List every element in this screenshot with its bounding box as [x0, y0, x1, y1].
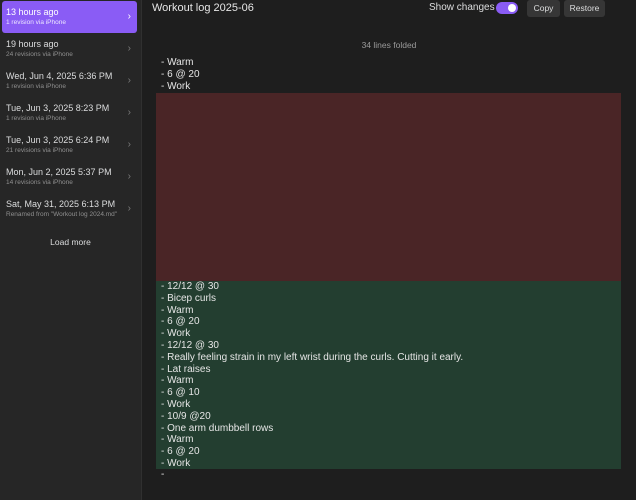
revision-detail: 24 revisions via iPhone — [6, 51, 73, 58]
show-changes-label: Show changes — [429, 2, 495, 13]
chevron-right-icon: › — [127, 139, 131, 150]
folded-lines-indicator[interactable]: 34 lines folded — [142, 40, 636, 50]
trailing-lines: - — [156, 469, 621, 481]
chevron-right-icon: › — [127, 75, 131, 86]
added-line: - 12/12 @ 30 — [161, 281, 219, 292]
revision-item[interactable]: Sat, May 31, 2025 6:13 PM Renamed from "W… — [2, 193, 137, 225]
added-line: - 6 @ 20 — [161, 316, 200, 328]
added-line: - Work — [161, 457, 191, 469]
added-block: - 12/12 @ 30- Bicep curls - Warm - 6 @ 20-… — [156, 281, 621, 469]
added-line: - Work — [161, 328, 191, 340]
show-changes-toggle[interactable] — [496, 2, 518, 14]
revision-detail: 1 revision via iPhone — [6, 115, 66, 122]
context-line: - 6 @ 20 — [161, 68, 200, 80]
revision-detail: 1 revision via iPhone — [6, 19, 66, 26]
revision-time: Tue, Jun 3, 2025 6:24 PM — [6, 135, 110, 145]
added-line: - 6 @ 20 — [161, 446, 200, 458]
copy-button[interactable]: Copy — [527, 0, 560, 17]
revision-detail: Renamed from "Workout log 2024.md" — [6, 211, 118, 218]
toggle-knob — [508, 4, 516, 12]
removed-block — [156, 93, 621, 281]
file-title: Workout log 2025-06 — [152, 2, 254, 14]
chevron-right-icon: › — [127, 43, 131, 54]
added-line: - Really feeling strain in my left wrist… — [161, 351, 464, 363]
context-line: - — [161, 469, 165, 480]
revision-time: 13 hours ago — [6, 7, 59, 17]
chevron-right-icon: › — [127, 203, 131, 214]
added-line: - Warm — [161, 304, 194, 316]
diff-view: Workout log 2025-06 Show changes Copy Re… — [142, 0, 636, 500]
revision-item[interactable]: Wed, Jun 4, 2025 6:36 PM 1 revision via i… — [2, 65, 137, 97]
chevron-right-icon: › — [127, 107, 131, 118]
chevron-right-icon: › — [127, 11, 131, 22]
added-line: - One arm dumbbell rows — [161, 422, 274, 434]
added-line: - 12/12 @ 30 — [161, 339, 219, 351]
added-line: - 10/9 @20 — [161, 410, 211, 422]
revision-sidebar: 13 hours ago 1 revision via iPhone › 19 hou… — [0, 0, 142, 500]
revision-detail: 21 revisions via iPhone — [6, 147, 73, 154]
chevron-right-icon: › — [127, 171, 131, 182]
revision-list: 13 hours ago 1 revision via iPhone › 19 hou… — [0, 0, 141, 225]
revision-time: Tue, Jun 3, 2025 8:23 PM — [6, 103, 110, 113]
revision-time: 19 hours ago — [6, 39, 59, 49]
revision-item[interactable]: Tue, Jun 3, 2025 6:24 PM 21 revisions via… — [2, 129, 137, 161]
load-more-button[interactable]: Load more — [0, 237, 141, 247]
added-line: - Bicep curls — [161, 292, 217, 304]
diff-content: 34 lines folded - Warm - 6 @ 20- Work - 1… — [142, 18, 636, 500]
added-line: - Lat raises — [161, 363, 211, 375]
added-line: - Warm — [161, 375, 194, 387]
revision-time: Wed, Jun 4, 2025 6:36 PM — [6, 71, 113, 81]
revision-time: Mon, Jun 2, 2025 5:37 PM — [6, 167, 112, 177]
added-line: - Work — [161, 398, 191, 410]
diff-header: Workout log 2025-06 Show changes Copy Re… — [142, 0, 636, 18]
revision-item[interactable]: Mon, Jun 2, 2025 5:37 PM 14 revisions via… — [2, 161, 137, 193]
context-line: - Warm — [161, 57, 194, 68]
revision-item[interactable]: Tue, Jun 3, 2025 8:23 PM 1 revision via i… — [2, 97, 137, 129]
revision-item[interactable]: 13 hours ago 1 revision via iPhone › — [2, 1, 137, 33]
revision-time: Sat, May 31, 2025 6:13 PM — [6, 199, 116, 209]
restore-button[interactable]: Restore — [564, 0, 605, 17]
revision-detail: 14 revisions via iPhone — [6, 179, 73, 186]
revision-item[interactable]: 19 hours ago 24 revisions via iPhone › — [2, 33, 137, 65]
added-line: - 6 @ 10 — [161, 387, 200, 399]
added-line: - Warm — [161, 434, 194, 446]
revision-detail: 1 revision via iPhone — [6, 83, 66, 90]
context-line: - Work — [161, 80, 191, 92]
context-lines: - Warm - 6 @ 20- Work — [156, 57, 621, 92]
